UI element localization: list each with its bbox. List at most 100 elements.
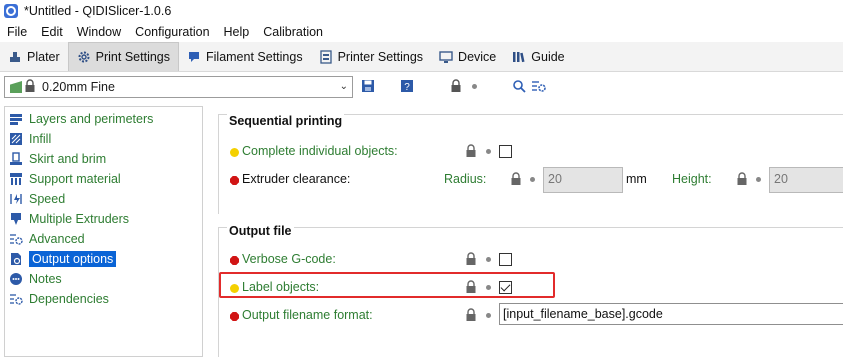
sidebar-item-dependencies[interactable]: Dependencies <box>8 289 200 308</box>
sidebar-item-output-options[interactable]: Output options <box>8 249 200 268</box>
verbose-gcode-checkbox[interactable] <box>499 253 512 266</box>
menu-bar: File Edit Window Configuration Help Cali… <box>0 22 330 42</box>
tab-filament-settings[interactable]: Filament Settings <box>179 42 311 71</box>
menu-window[interactable]: Window <box>70 25 128 39</box>
settings-category-list: Layers and perimeters Infill Skirt and b… <box>4 106 203 357</box>
complete-individual-objects-label: Complete individual objects: <box>242 144 398 158</box>
flag-icon <box>10 81 22 93</box>
lock-icon[interactable] <box>465 308 477 322</box>
reset-dot-icon[interactable] <box>486 149 491 154</box>
tab-printer-settings[interactable]: Printer Settings <box>311 42 431 71</box>
notes-icon <box>8 271 23 286</box>
highlight-box <box>219 272 555 298</box>
sidebar-item-support-material[interactable]: Support material <box>8 169 200 188</box>
group-title: Sequential printing <box>227 114 345 128</box>
guide-icon <box>512 50 526 64</box>
tab-guide[interactable]: Guide <box>504 42 572 71</box>
radius-input[interactable]: 20 <box>543 167 623 193</box>
settings-page: Sequential printing Complete individual … <box>205 106 843 357</box>
preset-value: 0.20mm Fine <box>42 80 115 94</box>
skirt-icon <box>8 151 23 166</box>
height-label: Height: <box>672 172 712 186</box>
rename-icon[interactable]: ? <box>399 78 415 94</box>
sequential-printing-group: Sequential printing Complete individual … <box>218 114 843 214</box>
advanced-icon <box>8 231 23 246</box>
speed-icon <box>8 191 23 206</box>
sidebar-item-layers-and-perimeters[interactable]: Layers and perimeters <box>8 109 200 128</box>
menu-configuration[interactable]: Configuration <box>128 25 216 39</box>
tab-plater-label: Plater <box>27 49 60 64</box>
lock-icon[interactable] <box>510 172 522 186</box>
tab-print-settings[interactable]: Print Settings <box>67 42 179 71</box>
output-filename-format-input[interactable]: [input_filename_base].gcode <box>499 303 843 325</box>
lock-icon[interactable] <box>465 252 477 266</box>
sidebar-item-advanced[interactable]: Advanced <box>8 229 200 248</box>
lock-icon[interactable] <box>465 144 477 158</box>
layers-icon <box>8 111 23 126</box>
sidebar-item-label: Support material <box>29 171 121 186</box>
sidebar-item-skirt-and-brim[interactable]: Skirt and brim <box>8 149 200 168</box>
tab-guide-label: Guide <box>531 49 565 64</box>
sidebar-item-label: Output options <box>29 250 117 267</box>
dependencies-icon <box>8 291 23 306</box>
expert-mode-bullet-icon <box>230 256 239 265</box>
search-icon[interactable] <box>511 78 527 94</box>
sidebar-item-label: Dependencies <box>29 291 109 306</box>
reset-dot-icon[interactable] <box>530 177 535 182</box>
dot-status-icon[interactable] <box>466 78 482 94</box>
tab-device-label: Device <box>458 49 497 64</box>
height-input[interactable]: 20 <box>769 167 843 193</box>
filament-icon <box>187 50 201 64</box>
expert-mode-bullet-icon <box>230 312 239 321</box>
expert-mode-bullet-icon <box>230 176 239 185</box>
save-icon[interactable] <box>360 78 376 94</box>
sidebar-item-label: Multiple Extruders <box>29 211 130 226</box>
menu-calibration[interactable]: Calibration <box>256 25 330 39</box>
compare-settings-icon[interactable] <box>531 78 547 94</box>
menu-help[interactable]: Help <box>217 25 257 39</box>
tab-print-settings-label: Print Settings <box>95 50 170 64</box>
output-filename-format-label: Output filename format: <box>242 308 373 322</box>
menu-edit[interactable]: Edit <box>34 25 70 39</box>
sidebar-item-label: Skirt and brim <box>29 151 107 166</box>
complete-individual-objects-checkbox[interactable] <box>499 145 512 158</box>
reset-dot-icon[interactable] <box>756 177 761 182</box>
sidebar-item-label: Advanced <box>29 231 85 246</box>
infill-icon <box>8 131 23 146</box>
radius-label: Radius: <box>444 172 487 186</box>
reset-dot-icon[interactable] <box>486 257 491 262</box>
lock-status-icon[interactable] <box>448 78 464 94</box>
gear-icon <box>77 50 91 64</box>
sidebar-item-multiple-extruders[interactable]: Multiple Extruders <box>8 209 200 228</box>
tab-device[interactable]: Device <box>431 42 504 71</box>
sidebar-item-speed[interactable]: Speed <box>8 189 200 208</box>
verbose-gcode-label: Verbose G-code: <box>242 252 336 266</box>
extruder-clearance-label: Extruder clearance: <box>242 172 351 186</box>
window-title: *Untitled - QIDISlicer-1.0.6 <box>24 4 172 18</box>
lock-icon[interactable] <box>736 172 748 186</box>
printer-icon <box>319 49 333 64</box>
svg-text:?: ? <box>404 82 410 93</box>
sidebar-item-notes[interactable]: Notes <box>8 269 200 288</box>
preset-toolbar: 0.20mm Fine ⌄ ? <box>0 74 843 102</box>
simple-mode-bullet-icon <box>230 148 239 157</box>
tab-printer-settings-label: Printer Settings <box>337 49 424 64</box>
sidebar-item-label: Infill <box>29 131 52 146</box>
chevron-down-icon: ⌄ <box>339 81 348 92</box>
tab-filament-settings-label: Filament Settings <box>206 49 303 64</box>
radius-unit-label: mm <box>626 172 647 186</box>
title-bar: *Untitled - QIDISlicer-1.0.6 <box>0 0 843 22</box>
tab-plater[interactable]: Plater <box>0 42 68 71</box>
sidebar-item-label: Speed <box>29 191 66 206</box>
sidebar-item-infill[interactable]: Infill <box>8 129 200 148</box>
menu-file[interactable]: File <box>0 25 34 39</box>
app-logo-icon <box>4 4 18 18</box>
support-icon <box>8 171 23 186</box>
tab-bar: Plater Print Settings Filament Settings … <box>0 42 843 72</box>
group-title: Output file <box>227 224 294 238</box>
output-icon <box>8 251 23 266</box>
sidebar-item-label: Layers and perimeters <box>29 111 154 126</box>
preset-select[interactable]: 0.20mm Fine ⌄ <box>4 76 353 98</box>
reset-dot-icon[interactable] <box>486 313 491 318</box>
device-icon <box>439 50 453 64</box>
